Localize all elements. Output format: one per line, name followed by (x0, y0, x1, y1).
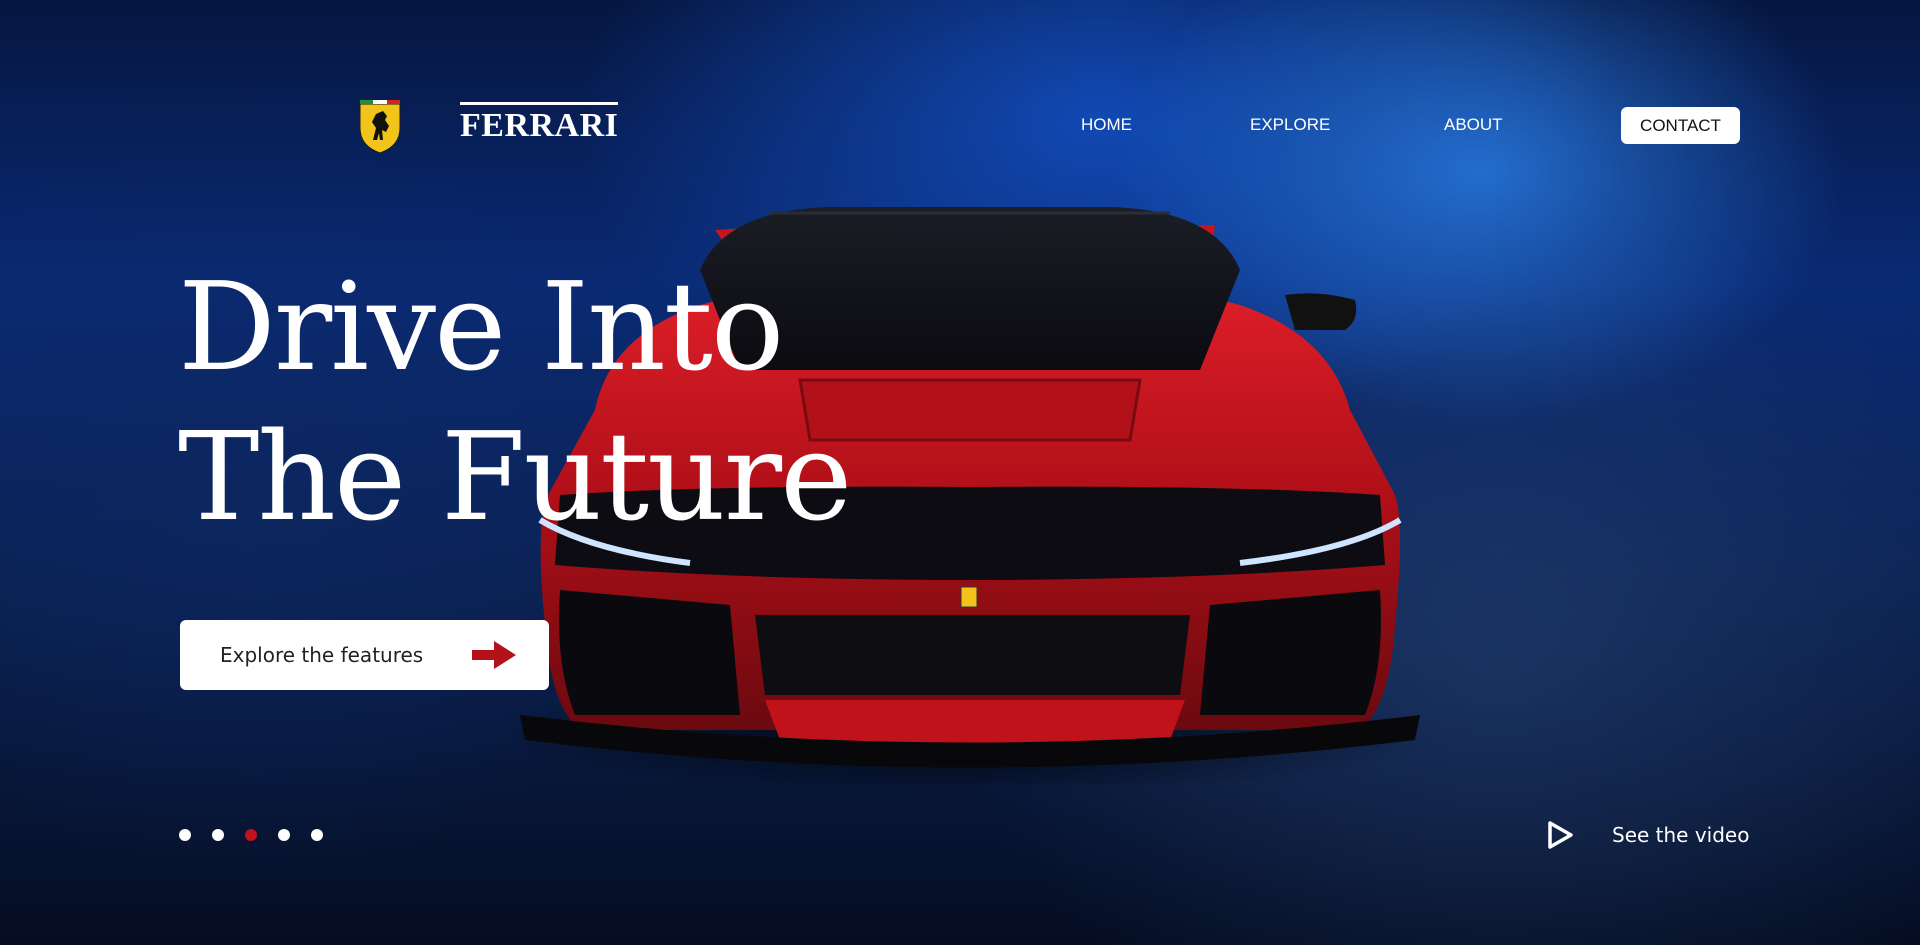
nav-explore-link[interactable]: EXPLORE (1250, 107, 1330, 143)
see-video-label: See the video (1612, 823, 1750, 847)
headline-line-2: The Future (178, 406, 852, 548)
prancing-horse-shield-icon[interactable] (358, 98, 402, 154)
arrow-right-icon[interactable] (472, 640, 516, 670)
nav-home-link[interactable]: HOME (1081, 107, 1132, 143)
explore-features-label: Explore the features (220, 643, 424, 667)
play-icon[interactable] (1545, 820, 1575, 850)
slider-dots (179, 829, 323, 841)
slider-dot[interactable] (311, 829, 323, 841)
landing-page: FERRARI HOME EXPLORE ABOUT CONTACT Drive… (0, 0, 1920, 945)
slider-dot[interactable] (179, 829, 191, 841)
slider-dot-active[interactable] (245, 829, 257, 841)
hero-headline: Drive Into The Future (178, 252, 852, 552)
slider-dot[interactable] (278, 829, 290, 841)
contact-button[interactable]: CONTACT (1621, 107, 1740, 144)
headline-line-1: Drive Into (178, 256, 784, 398)
brand-wordmark[interactable]: FERRARI (460, 102, 619, 143)
nav-about-link[interactable]: ABOUT (1444, 107, 1503, 143)
slider-dot[interactable] (212, 829, 224, 841)
